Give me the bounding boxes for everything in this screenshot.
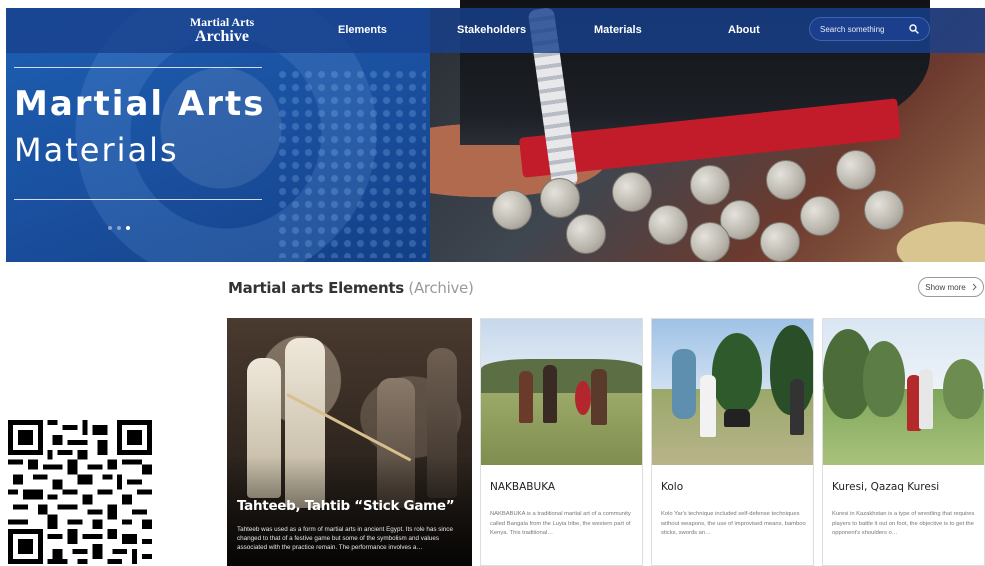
photo-treeline	[481, 359, 642, 393]
show-more-label: Show more	[925, 282, 966, 292]
element-card-title: Kuresi, Qazaq Kuresi	[832, 481, 940, 493]
element-card-title: Kolo	[661, 481, 684, 493]
hero-photo-coin	[612, 172, 652, 212]
hero-subtitle: Materials	[14, 131, 179, 169]
hero-photo-coin	[836, 150, 876, 190]
carousel-dot-active[interactable]	[126, 226, 130, 230]
search-box	[809, 17, 930, 41]
chevron-right-icon	[972, 283, 977, 291]
featured-card-description: Tahteeb was used as a form of martial ar…	[237, 526, 453, 551]
carousel-dot[interactable]	[117, 226, 121, 230]
logo-line-1: Martial Arts	[189, 15, 255, 29]
hero-photo-coin	[690, 165, 730, 205]
photo-person	[790, 379, 804, 435]
element-card-photo	[481, 319, 642, 465]
site-logo[interactable]: Martial Arts Archive	[182, 16, 262, 45]
show-more-button[interactable]: Show more	[918, 277, 984, 297]
element-card-description: Kuresi in Kazakhstan is a type of wrestl…	[832, 511, 975, 536]
logo-line-2: Archive	[195, 28, 249, 45]
hero-photo-coin	[690, 222, 730, 262]
element-card-title: NAKBABUKA	[490, 481, 556, 493]
carousel-dots	[108, 226, 130, 230]
element-card-description: NAKBABUKA is a traditional martial art o…	[490, 511, 631, 536]
photo-person	[543, 365, 557, 423]
hero-photo-coin	[540, 178, 580, 218]
hero-photo-coin	[800, 196, 840, 236]
photo-tree	[863, 341, 905, 417]
hero-photo-coin	[760, 222, 800, 262]
photo-flag	[672, 349, 696, 419]
hero-dot-pattern	[276, 68, 426, 258]
qr-code	[8, 420, 152, 564]
photo-person	[700, 375, 716, 437]
hero-divider-bottom	[14, 199, 262, 200]
photo-person	[919, 369, 933, 429]
element-card[interactable]: Kuresi, Qazaq Kuresi Kuresi in Kazakhsta…	[822, 318, 985, 566]
nav-link-about[interactable]: About	[728, 24, 760, 36]
hero-photo-coin	[766, 160, 806, 200]
section-title: Martial arts Elements (Archive)	[228, 279, 474, 297]
photo-tree	[943, 359, 983, 419]
photo-shield	[575, 381, 591, 415]
nav-link-stakeholders[interactable]: Stakeholders	[457, 24, 526, 36]
search-icon[interactable]	[907, 22, 921, 36]
hero-divider-top	[14, 67, 262, 68]
photo-tree	[712, 333, 762, 413]
hero-photo-coin	[492, 190, 532, 230]
photo-person	[591, 369, 607, 425]
photo-person	[724, 409, 750, 427]
nav-link-elements[interactable]: Elements	[338, 24, 387, 36]
hero-photo-coin	[648, 205, 688, 245]
element-card[interactable]: Kolo Kolo Yar's technique included self-…	[651, 318, 814, 566]
featured-card-title: Tahteeb, Tahtib “Stick Game”	[237, 498, 455, 514]
element-card-photo	[823, 319, 984, 465]
element-card-photo	[652, 319, 813, 465]
top-navigation: Martial Arts Archive Elements Stakeholde…	[6, 8, 985, 53]
nav-link-materials[interactable]: Materials	[594, 24, 642, 36]
section-title-sub: (Archive)	[408, 279, 474, 297]
hero-photo-coin	[566, 214, 606, 254]
hero-photo-coin	[864, 190, 904, 230]
element-card-description: Kolo Yar's technique included self-defen…	[661, 511, 806, 536]
photo-person	[519, 371, 533, 423]
element-card[interactable]: NAKBABUKA NAKBABUKA is a traditional mar…	[480, 318, 643, 566]
section-title-main: Martial arts Elements	[228, 279, 404, 297]
photo-ground	[481, 389, 642, 465]
hero-title: Martial Arts	[14, 84, 266, 124]
carousel-dot[interactable]	[108, 226, 112, 230]
search-input[interactable]	[820, 24, 907, 34]
featured-card[interactable]: Tahteeb, Tahtib “Stick Game” Tahteeb was…	[227, 318, 472, 566]
qr-code-graphic	[8, 420, 152, 564]
